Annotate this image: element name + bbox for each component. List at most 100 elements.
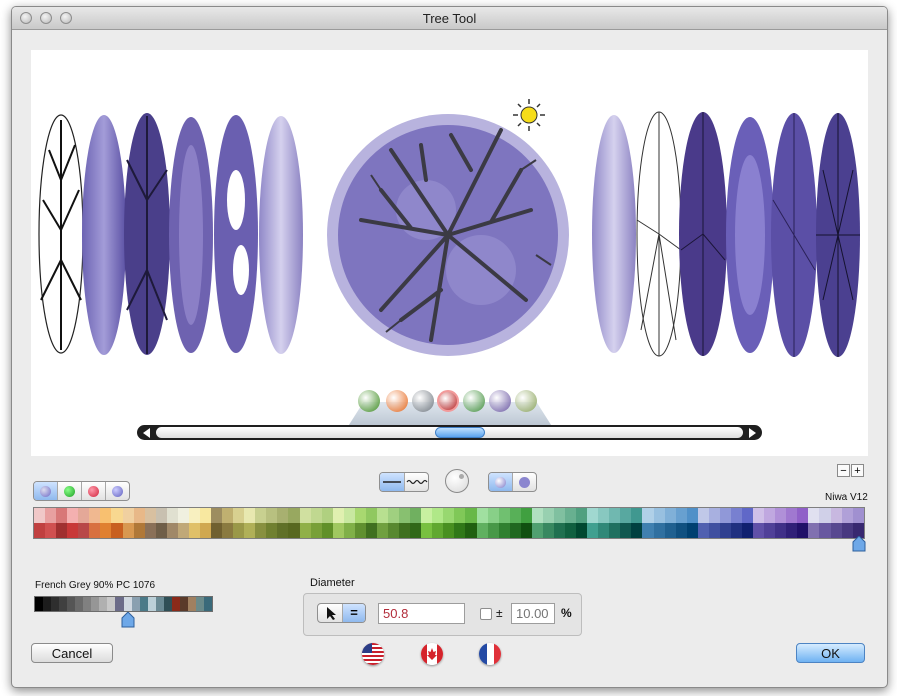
- palette-swatch[interactable]: [598, 508, 610, 523]
- palette-swatch[interactable]: [266, 508, 278, 523]
- palette-swatch[interactable]: [89, 523, 101, 538]
- palette-swatch[interactable]: [233, 523, 245, 538]
- diameter-mode-segmented-control[interactable]: =: [317, 603, 366, 623]
- tree-faded-icon[interactable]: [259, 116, 303, 354]
- shade-selection-marker-icon[interactable]: [121, 612, 135, 628]
- palette-swatch[interactable]: [753, 523, 765, 538]
- palette-swatch[interactable]: [34, 508, 46, 523]
- palette-swatch[interactable]: [277, 523, 289, 538]
- palette-swatch[interactable]: [199, 523, 211, 538]
- palette-swatch[interactable]: [432, 508, 444, 523]
- palette-swatch[interactable]: [199, 508, 211, 523]
- scroll-right-arrow-icon[interactable]: [749, 428, 756, 438]
- palette-swatch[interactable]: [321, 523, 333, 538]
- shade-swatch[interactable]: [107, 597, 116, 611]
- palette-swatch[interactable]: [332, 523, 344, 538]
- palette-swatch[interactable]: [675, 508, 687, 523]
- palette-swatch[interactable]: [509, 508, 521, 523]
- palette-swatch[interactable]: [376, 508, 388, 523]
- palette-swatch[interactable]: [631, 523, 643, 538]
- segment-purple[interactable]: [106, 482, 129, 500]
- tree-layered-purple-icon[interactable]: [726, 117, 774, 353]
- palette-swatch[interactable]: [100, 523, 112, 538]
- palette-swatch[interactable]: [664, 523, 676, 538]
- palette-swatch[interactable]: [211, 523, 223, 538]
- palette-swatch[interactable]: [321, 508, 333, 523]
- palette-swatch[interactable]: [642, 508, 654, 523]
- palette-swatch[interactable]: [753, 508, 765, 523]
- tree-cutout-icon[interactable]: [214, 115, 258, 353]
- palette-swatch[interactable]: [354, 523, 366, 538]
- tree-purple-solid-icon[interactable]: [82, 115, 126, 355]
- palette-swatch[interactable]: [620, 523, 632, 538]
- shade-swatch[interactable]: [131, 597, 140, 611]
- palette-swatch[interactable]: [177, 508, 189, 523]
- palette-swatch[interactable]: [443, 508, 455, 523]
- palette-swatch[interactable]: [354, 508, 366, 523]
- shade-swatch[interactable]: [195, 597, 204, 611]
- palette-swatch[interactable]: [255, 523, 267, 538]
- equals-segment[interactable]: =: [343, 604, 365, 622]
- palette-swatch[interactable]: [764, 523, 776, 538]
- palette-swatch[interactable]: [166, 508, 178, 523]
- tree-gallery-scrollbar[interactable]: [137, 425, 762, 440]
- shade-swatch[interactable]: [75, 597, 84, 611]
- tree-outline-lines-icon[interactable]: [636, 111, 682, 357]
- palette-swatch[interactable]: [542, 508, 554, 523]
- segment-green[interactable]: [58, 482, 82, 500]
- shading-segmented-control[interactable]: [488, 472, 537, 492]
- palette-swatch[interactable]: [487, 523, 499, 538]
- palette-swatch[interactable]: [653, 523, 665, 538]
- palette-swatch[interactable]: [465, 508, 477, 523]
- palette-swatch[interactable]: [609, 523, 621, 538]
- palette-swatch[interactable]: [565, 523, 577, 538]
- france-flag-icon[interactable]: [479, 643, 501, 665]
- palette-swatch[interactable]: [211, 508, 223, 523]
- palette-swatch[interactable]: [288, 523, 300, 538]
- palette-swatch[interactable]: [841, 523, 853, 538]
- palette-swatch[interactable]: [631, 508, 643, 523]
- palette-swatch[interactable]: [388, 508, 400, 523]
- palette-swatch[interactable]: [797, 523, 809, 538]
- tree-purple-textured-icon[interactable]: [169, 117, 213, 353]
- palette-swatch[interactable]: [786, 523, 798, 538]
- palette-swatch[interactable]: [432, 523, 444, 538]
- line-style-segmented-control[interactable]: [379, 472, 429, 492]
- palette-swatch[interactable]: [697, 508, 709, 523]
- palette-swatch[interactable]: [188, 523, 200, 538]
- palette-swatch[interactable]: [742, 523, 754, 538]
- tree-outline-icon[interactable]: [38, 114, 84, 354]
- palette-swatch[interactable]: [609, 508, 621, 523]
- palette-swatch[interactable]: [365, 508, 377, 523]
- sun-icon[interactable]: [513, 99, 545, 131]
- shade-swatch[interactable]: [43, 597, 52, 611]
- palette-swatch[interactable]: [819, 523, 831, 538]
- palette-swatch[interactable]: [222, 523, 234, 538]
- tree-dark-branch-icon[interactable]: [124, 113, 170, 355]
- palette-swatch[interactable]: [266, 523, 278, 538]
- palette-swatch[interactable]: [443, 523, 455, 538]
- rotation-knob[interactable]: [445, 469, 469, 493]
- palette-swatch[interactable]: [686, 523, 698, 538]
- palette-swatch[interactable]: [388, 523, 400, 538]
- palette-swatch[interactable]: [122, 523, 134, 538]
- tree-dark-purple-icon[interactable]: [679, 112, 727, 356]
- palette-swatch[interactable]: [111, 508, 123, 523]
- shade-swatch[interactable]: [139, 597, 148, 611]
- palette-swatch[interactable]: [177, 523, 189, 538]
- palette-swatch[interactable]: [808, 523, 820, 538]
- palette-swatch[interactable]: [100, 508, 112, 523]
- thumbnail-orange-ball-tree[interactable]: [386, 390, 408, 412]
- shade-swatch[interactable]: [147, 597, 156, 611]
- ok-button[interactable]: OK: [796, 643, 865, 663]
- palette-swatch[interactable]: [476, 508, 488, 523]
- shade-swatch[interactable]: [203, 597, 213, 611]
- palette-swatch[interactable]: [34, 523, 46, 538]
- color-palette[interactable]: [33, 507, 865, 539]
- shade-swatch[interactable]: [115, 597, 124, 611]
- palette-swatch[interactable]: [89, 508, 101, 523]
- palette-swatch[interactable]: [299, 508, 311, 523]
- palette-swatch[interactable]: [399, 523, 411, 538]
- palette-swatch[interactable]: [155, 523, 167, 538]
- palette-swatch[interactable]: [786, 508, 798, 523]
